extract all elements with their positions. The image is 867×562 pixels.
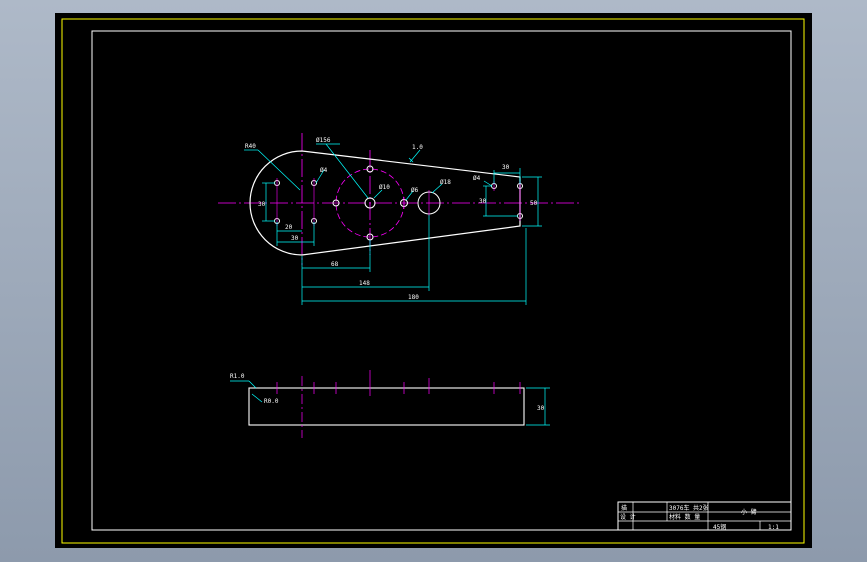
dim-w-right-top: 30: [502, 164, 510, 171]
title-part-name: 小 臂: [741, 508, 757, 516]
dim-x-left-small: 20: [285, 224, 293, 231]
dim-h-right-outer: 50: [530, 200, 538, 207]
title-row1-col1: 描: [621, 504, 627, 512]
dim-x-mid: 148: [359, 280, 370, 287]
dim-chamfer-side: R0.0: [264, 398, 279, 405]
dim-angle: 1.0: [412, 144, 423, 151]
title-material: 45钢: [713, 523, 726, 531]
dim-d-right-small: Ø4: [473, 175, 481, 182]
dim-thickness: 30: [537, 405, 545, 412]
dim-x-total: 180: [408, 294, 419, 301]
title-row2-col1: 设 计: [620, 513, 636, 521]
dim-d-small-left: Ø4: [320, 167, 328, 174]
drawing-canvas[interactable]: R40 Ø156 Ø4 1.0 Ø18 Ø10 Ø6 Ø4 30 30 50 3…: [0, 0, 867, 562]
title-row1-col2: 3076车 共2张: [669, 504, 709, 512]
model-space-background: [55, 13, 812, 548]
dim-r-left: R40: [245, 143, 256, 150]
dim-chamfer-top: R1.0: [230, 373, 245, 380]
dim-h-left: 30: [258, 201, 266, 208]
dim-h-right-inner: 30: [479, 198, 487, 205]
dim-d-pitch: Ø156: [316, 137, 331, 144]
title-scale: 1:1: [768, 524, 779, 531]
dim-d-center: Ø10: [379, 184, 390, 191]
dim-d-mid: Ø6: [411, 187, 419, 194]
dim-x-center: 68: [331, 261, 339, 268]
dim-d-right-hole: Ø18: [440, 179, 451, 186]
cad-viewport[interactable]: R40 Ø156 Ø4 1.0 Ø18 Ø10 Ø6 Ø4 30 30 50 3…: [0, 0, 867, 562]
title-row2-col2: 材料 数 量: [669, 513, 700, 521]
dim-x-left-bottom: 30: [291, 235, 299, 242]
